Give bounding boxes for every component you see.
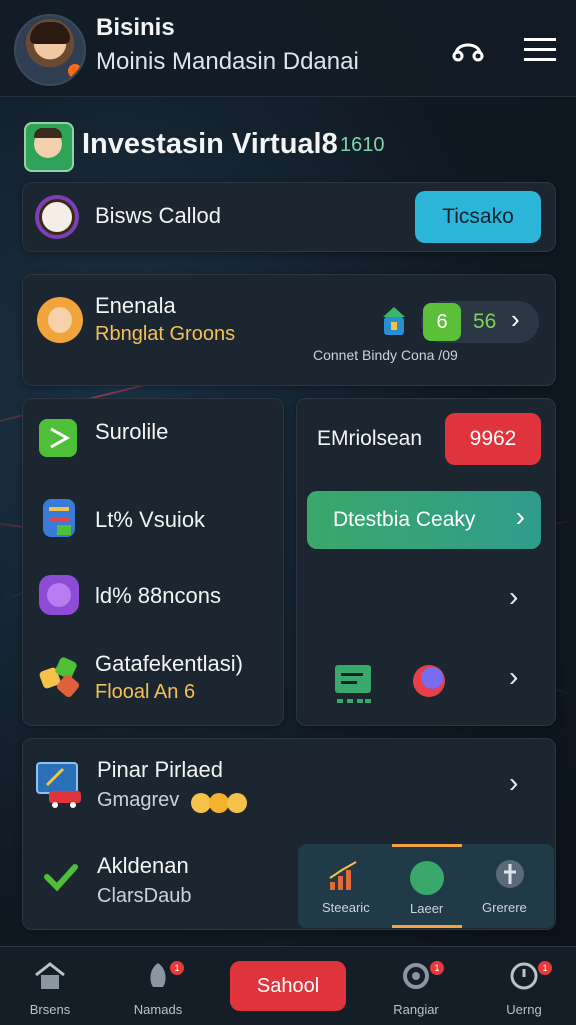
chat-icon xyxy=(335,665,371,703)
puzzle-icon xyxy=(39,657,80,698)
detail-button-label: Dtestbia Ceaky xyxy=(333,508,476,531)
chart-icon xyxy=(329,861,357,890)
left-item-label[interactable]: Lt% Vsuiok xyxy=(95,507,205,533)
headphone-icon[interactable] xyxy=(450,32,486,68)
nav-label: Namads xyxy=(133,1002,183,1017)
nav-label: Rangiar xyxy=(393,1002,439,1017)
section-avatar-icon xyxy=(24,122,74,172)
right-label: EMriolsean xyxy=(317,427,423,450)
play-icon xyxy=(39,419,77,457)
shopping-icon xyxy=(36,762,81,808)
bisnis-card[interactable]: Bisws Callod Ticsako xyxy=(22,182,556,252)
ticsako-button[interactable]: Ticsako xyxy=(415,191,541,243)
tab-steearic[interactable]: Steearic xyxy=(298,844,384,928)
left-item-label[interactable]: Gatafekentlasi) xyxy=(95,651,243,677)
notification-badge: 1 xyxy=(430,961,444,975)
app-header: Bisinis Moinis Mandasin Ddanai xyxy=(0,0,576,97)
tab-grerere[interactable]: Grerere xyxy=(470,844,554,928)
avatar-badge xyxy=(68,64,82,78)
leaf-icon xyxy=(410,861,444,895)
lower-item-sub: ClarsDaub xyxy=(97,885,192,907)
nav-item-brsens[interactable]: Brsens xyxy=(10,961,90,1017)
nav-item-uerng[interactable]: 1 Uerng xyxy=(484,961,564,1017)
nav-label: Uerng xyxy=(506,1002,542,1017)
detail-button[interactable]: Dtestbia Ceaky › xyxy=(307,491,541,549)
avatar[interactable] xyxy=(14,14,86,86)
profile-avatar xyxy=(37,297,83,343)
chevron-right-icon[interactable]: › xyxy=(509,767,518,799)
bottom-nav: Brsens 1 Namads Sahool 1 Rangiar 1 Uerng xyxy=(0,946,576,1025)
value-badge[interactable]: 9962 xyxy=(445,413,541,465)
pin-icon xyxy=(496,860,524,888)
hamburger-icon[interactable] xyxy=(522,32,558,68)
avatar-hair xyxy=(30,22,70,44)
chevron-right-icon: › xyxy=(515,501,525,532)
lower-item-label[interactable]: Akldenan xyxy=(97,853,189,879)
nav-item-rangiar[interactable]: 1 Rangiar xyxy=(376,961,456,1017)
coin-icon xyxy=(35,195,79,239)
coins-icon xyxy=(191,791,249,813)
left-panel: Surolile Lt% Vsuiok ld% 88ncons Gatafeke… xyxy=(22,398,284,726)
right-panel: EMriolsean 9962 Dtestbia Ceaky › › › xyxy=(296,398,556,726)
tab-label: Laeer xyxy=(410,901,444,916)
app-title: Bisinis xyxy=(96,14,175,41)
score-badge: 6 xyxy=(423,303,461,341)
lower-item-label[interactable]: Pinar Pirlaed xyxy=(97,757,223,783)
profile-sub: Rbnglat Groons xyxy=(95,323,236,345)
tab-label: Grerere xyxy=(482,900,527,915)
left-item-sub: Flooal An 6 xyxy=(95,681,196,703)
document-icon xyxy=(43,499,75,537)
gear-icon xyxy=(403,963,429,989)
tab-strip: Steearic Laeer Grerere xyxy=(298,844,554,928)
left-item-label[interactable]: ld% 88ncons xyxy=(95,583,221,609)
tab-label: Steearic xyxy=(322,900,370,915)
tab-laeer[interactable]: Laeer xyxy=(392,844,462,928)
check-icon xyxy=(44,864,78,892)
chevron-right-icon[interactable]: › xyxy=(509,661,518,693)
left-item-label[interactable]: Surolile xyxy=(95,419,168,445)
profile-name: Enenala xyxy=(95,293,176,318)
clock-icon xyxy=(510,962,538,990)
score-pill[interactable]: 6 56 › xyxy=(421,301,539,343)
chevron-right-icon: › xyxy=(511,304,520,334)
profile-footer: Connet Bindy Cona /09 xyxy=(313,347,458,363)
face-icon xyxy=(39,575,79,615)
home-icon xyxy=(35,962,65,989)
notification-badge: 1 xyxy=(170,961,184,975)
section-counter: 1610 xyxy=(340,134,385,156)
notification-badge: 1 xyxy=(538,961,552,975)
bisnis-label: Bisws Callod xyxy=(95,203,221,228)
globe-icon xyxy=(413,665,445,697)
score-value: 56 xyxy=(473,310,497,333)
profile-card[interactable]: Enenala Rbnglat Groons 6 56 › Connet Bin… xyxy=(22,274,556,386)
lower-item-sub: Gmagrev xyxy=(97,789,180,811)
lock-icon xyxy=(383,307,405,335)
app-subtitle: Moinis Mandasin Ddanai xyxy=(96,48,359,75)
nav-item-namads[interactable]: 1 Namads xyxy=(118,961,198,1017)
chevron-right-icon[interactable]: › xyxy=(509,581,518,613)
primary-nav-button[interactable]: Sahool xyxy=(230,961,346,1011)
nav-label: Brsens xyxy=(29,1002,71,1017)
section-title: Investasin Virtual8 xyxy=(82,128,338,160)
